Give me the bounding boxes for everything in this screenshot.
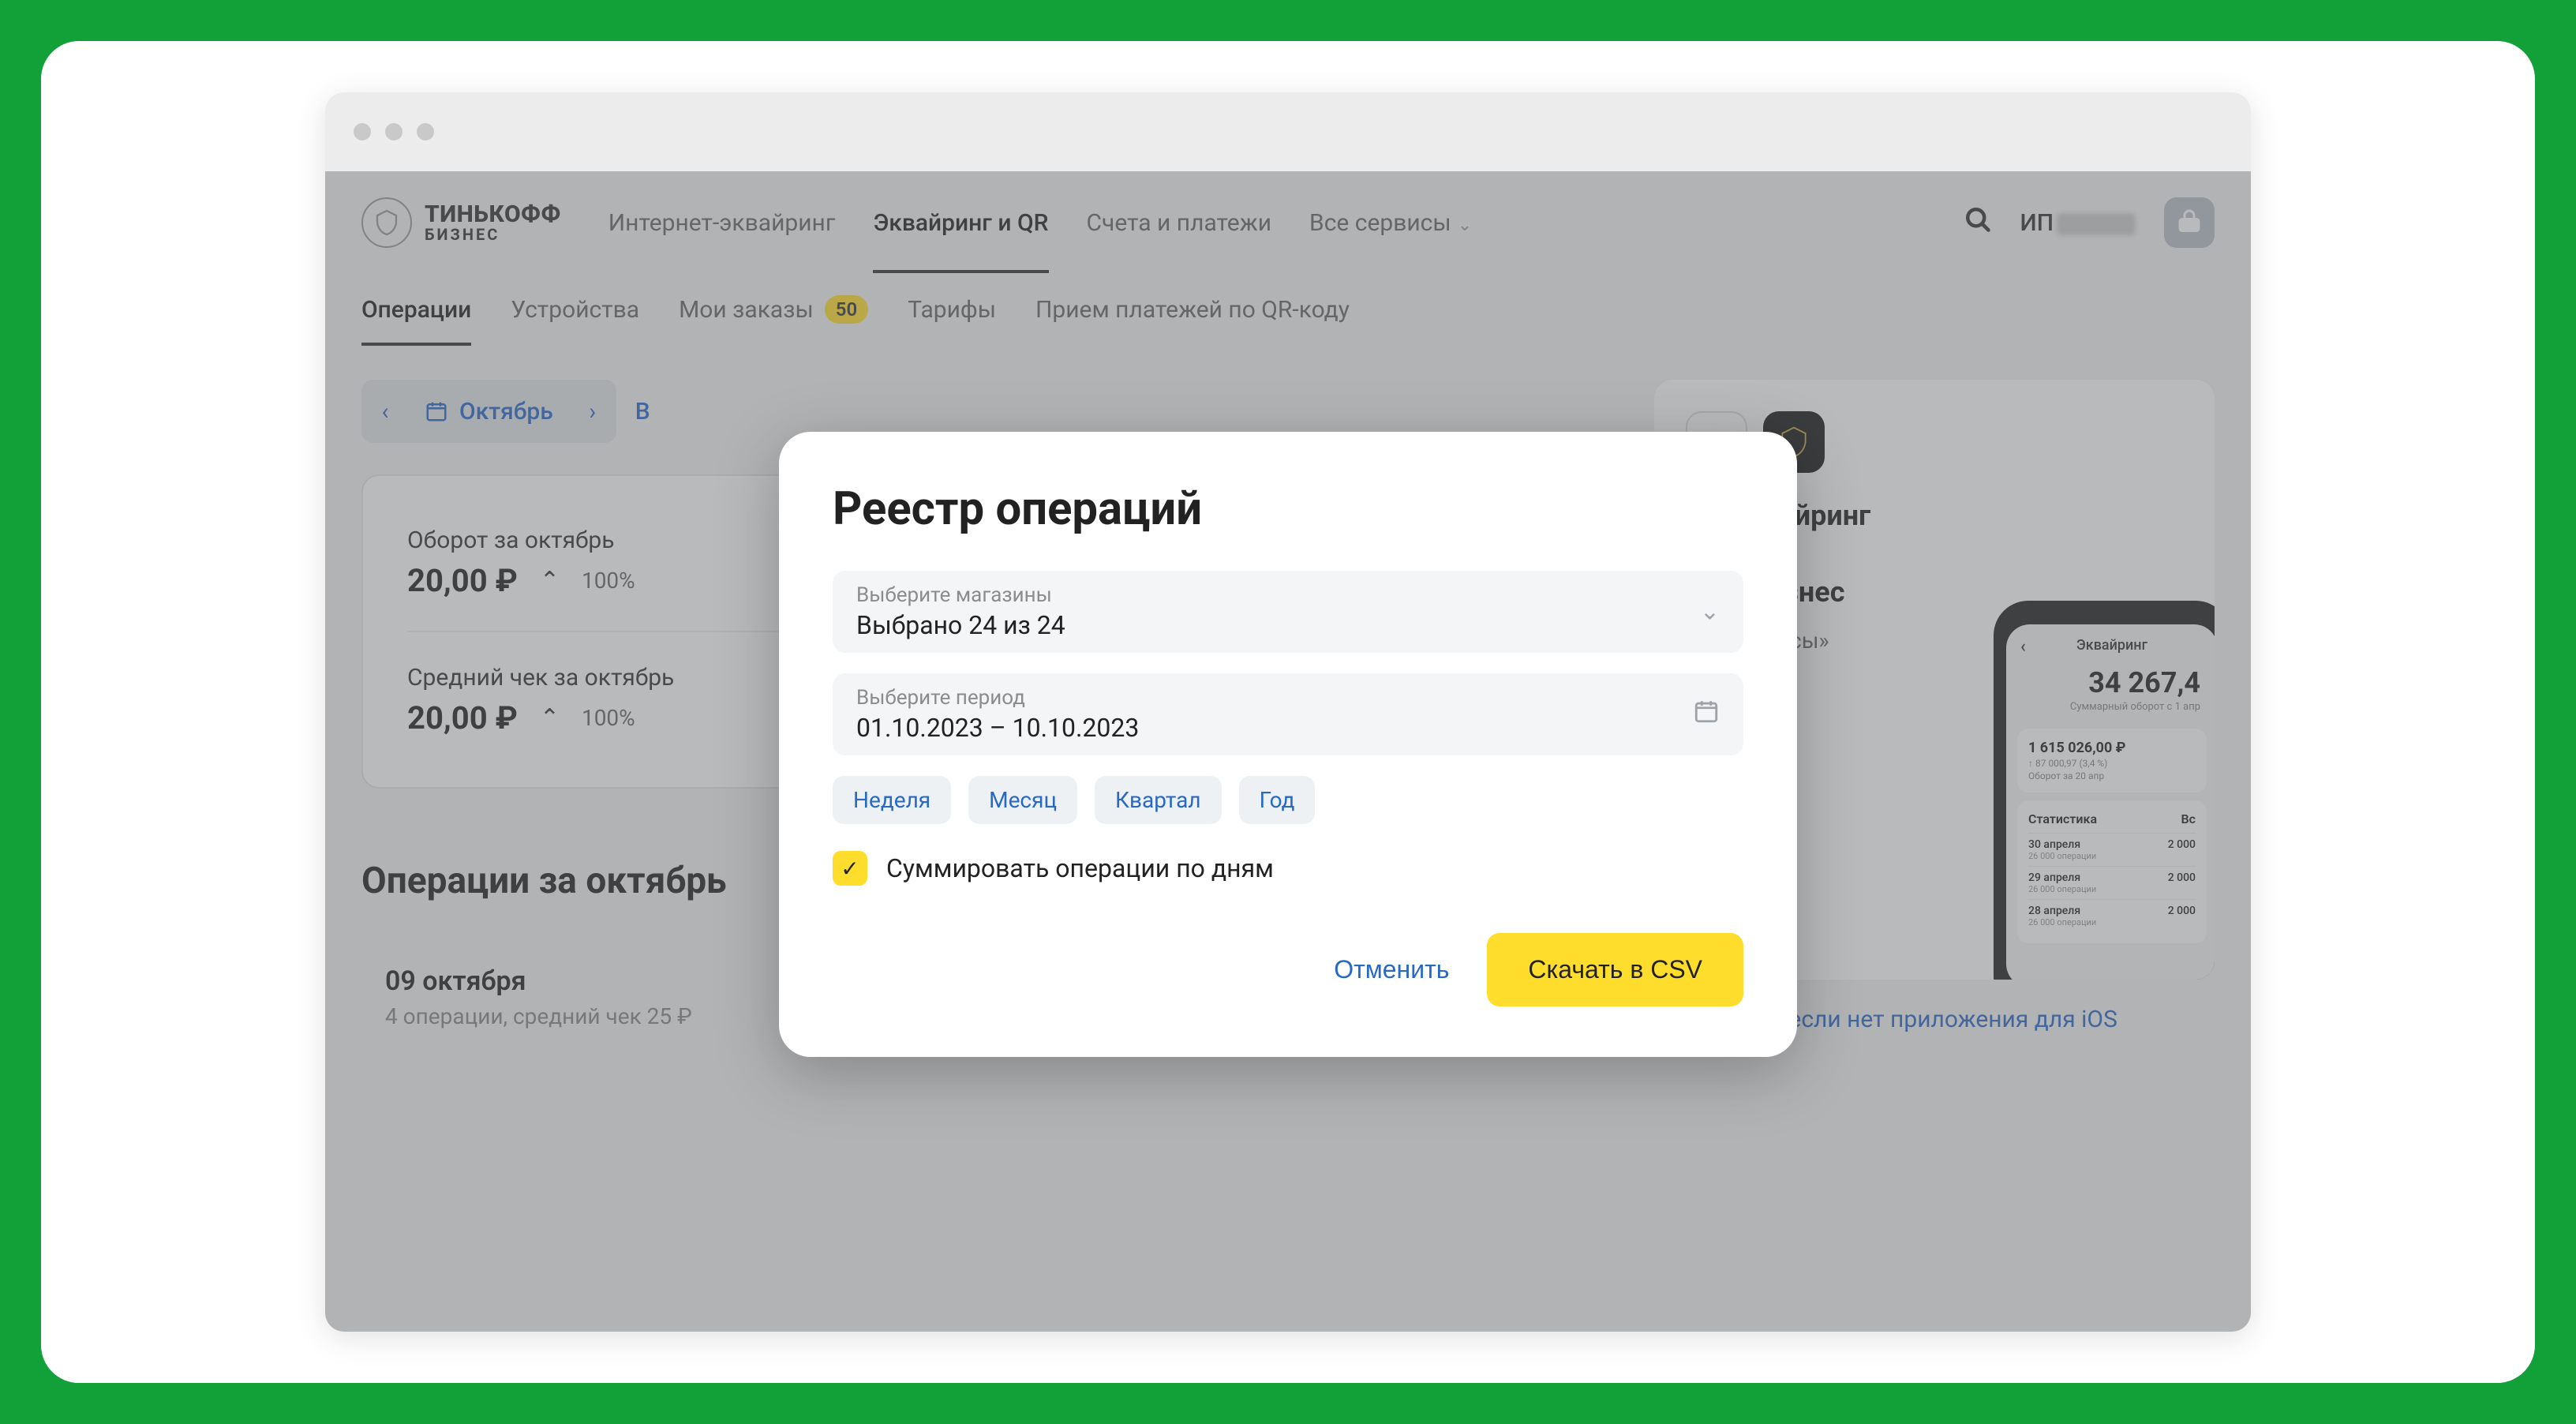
sum-by-day-checkbox[interactable]: ✓ — [833, 851, 867, 886]
traffic-light-zoom[interactable] — [417, 123, 434, 141]
export-modal: Реестр операций Выберите магазины Выбран… — [779, 432, 1797, 1057]
download-csv-button[interactable]: Скачать в CSV — [1487, 933, 1743, 1006]
shops-select[interactable]: Выберите магазины Выбрано 24 из 24 ⌄ — [833, 571, 1743, 653]
modal-overlay[interactable]: Реестр операций Выберите магазины Выбран… — [325, 171, 2251, 1332]
traffic-light-close[interactable] — [354, 123, 371, 141]
period-presets: Неделя Месяц Квартал Год — [833, 776, 1743, 824]
period-select[interactable]: Выберите период 01.10.2023 – 10.10.2023 — [833, 673, 1743, 755]
period-select-label: Выберите период — [856, 686, 1720, 710]
traffic-light-minimize[interactable] — [385, 123, 402, 141]
window-chrome — [325, 92, 2251, 171]
chevron-down-icon: ⌄ — [1700, 598, 1720, 626]
preset-month[interactable]: Месяц — [968, 776, 1077, 824]
browser-window: ТИНЬКОФФ БИЗНЕС Интернет-эквайринг Эквай… — [325, 92, 2251, 1332]
period-select-value: 01.10.2023 – 10.10.2023 — [856, 713, 1720, 743]
modal-title: Реестр операций — [833, 482, 1743, 536]
preset-week[interactable]: Неделя — [833, 776, 951, 824]
preset-year[interactable]: Год — [1239, 776, 1316, 824]
sum-by-day-label: Суммировать операции по дням — [886, 853, 1274, 883]
shops-select-value: Выбрано 24 из 24 — [856, 610, 1720, 640]
calendar-icon — [1693, 698, 1720, 731]
shops-select-label: Выберите магазины — [856, 583, 1720, 607]
preset-quarter[interactable]: Квартал — [1095, 776, 1222, 824]
cancel-button[interactable]: Отменить — [1334, 955, 1449, 984]
